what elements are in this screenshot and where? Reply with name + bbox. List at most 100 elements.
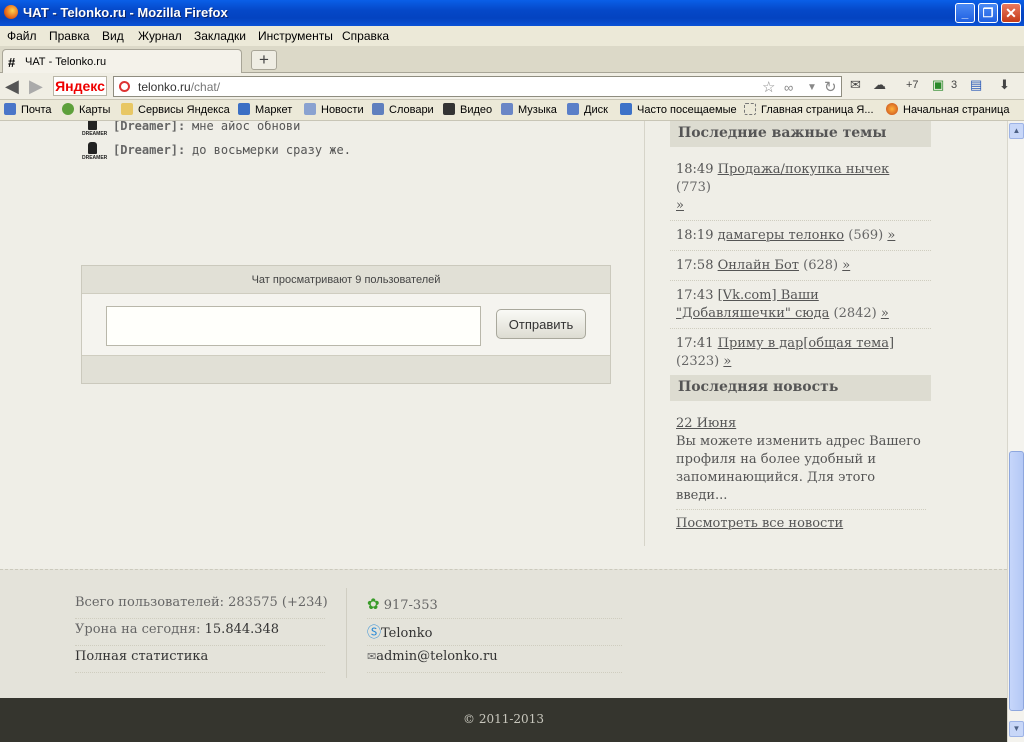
skype-name: Telonko [381, 626, 433, 641]
yandex-label: Яндекс [55, 78, 105, 94]
reader-glasses-icon[interactable]: ∞ [784, 80, 793, 95]
footer-divider [346, 588, 347, 678]
chat-message-input[interactable] [106, 306, 481, 346]
icq-row: ✿ 917-353 [367, 592, 622, 619]
reload-icon[interactable]: ↻ [824, 78, 837, 96]
forward-arrow-icon[interactable]: ▶ [29, 76, 43, 97]
damage-today-label: Урона на сегодня: [75, 622, 201, 637]
frequent-icon [620, 103, 632, 115]
mail-count: 3 [951, 79, 958, 91]
new-tab-button[interactable]: + [251, 50, 277, 70]
dictionary-icon [372, 103, 384, 115]
email-address[interactable]: admin@telonko.ru [376, 649, 497, 664]
page-scrollbar[interactable]: ▲ ▼ [1007, 121, 1024, 742]
maps-icon [62, 103, 74, 115]
topic-link[interactable]: дамагеры телонко [718, 228, 845, 243]
minimize-button[interactable]: _ [955, 3, 975, 23]
bookmark-mail[interactable]: Почта [4, 103, 52, 116]
topic-time: 17:43 [676, 288, 714, 303]
chat-input-panel: Чат просматривают 9 пользователей Отправ… [81, 265, 611, 384]
menu-file[interactable]: Файл [7, 29, 37, 43]
all-news-link[interactable]: Посмотреть все новости [676, 515, 926, 533]
icq-number: 917-353 [383, 598, 438, 613]
extension-icon[interactable]: ▤ [970, 77, 982, 93]
topic-more-link[interactable]: » [881, 306, 889, 321]
bookmark-video[interactable]: Видео [443, 103, 492, 116]
maximize-button[interactable]: ❐ [978, 3, 998, 23]
folder-icon [121, 103, 133, 115]
send-button[interactable]: Отправить [496, 309, 586, 339]
weather-value: +7 [906, 79, 919, 91]
weather-cloud-icon[interactable]: ☁ [873, 77, 886, 93]
topic-more-link[interactable]: » [887, 228, 895, 243]
menu-edit[interactable]: Правка [49, 29, 90, 43]
url-bar[interactable]: telonko.ru/chat/ ☆ ∞ ▼ ↻ [113, 76, 842, 97]
market-icon [238, 103, 250, 115]
window-titlebar: ЧАТ - Telonko.ru - Mozilla Firefox _ ❐ ✕ [0, 0, 1024, 26]
avatar-caption: DREAMER [82, 131, 108, 137]
dreamer-avatar: DREAMER [82, 121, 108, 139]
bookmark-start-page[interactable]: Начальная страница [886, 103, 1009, 116]
tab-bar: # ЧАТ - Telonko.ru + [0, 46, 1024, 73]
scroll-up-arrow-icon[interactable]: ▲ [1009, 123, 1024, 139]
yandex-button[interactable]: Яндекс [53, 76, 107, 96]
column-divider [644, 121, 645, 546]
menu-help[interactable]: Справка [342, 29, 389, 43]
menu-history[interactable]: Журнал [138, 29, 182, 43]
damage-today-value: 15.844.348 [204, 622, 280, 637]
scrollbar-thumb[interactable] [1009, 451, 1024, 711]
topic-more-link[interactable]: » [676, 198, 684, 213]
menu-bookmarks[interactable]: Закладки [194, 29, 246, 43]
full-stats-link[interactable]: Полная статистика [75, 646, 325, 673]
page-footer: Всего пользователей: 283575 (+234) Урона… [0, 569, 1007, 698]
bookmark-market[interactable]: Маркет [238, 103, 292, 116]
bookmark-label: Новости [321, 104, 364, 116]
avatar-caption: DREAMER [82, 155, 108, 161]
firefox-bookmark-icon [886, 103, 898, 115]
footer-stats: Всего пользователей: 283575 (+234) Урона… [75, 592, 328, 673]
chat-nick[interactable]: [Dreamer]: [113, 121, 185, 133]
topic-link[interactable]: Приму в дар[общая тема] [718, 336, 894, 351]
bookmark-maps[interactable]: Карты [62, 103, 110, 116]
topic-link[interactable]: Онлайн Бот [718, 258, 799, 273]
bookmark-disk[interactable]: Диск [567, 103, 608, 116]
chat-text: до восьмерки сразу же. [192, 143, 351, 157]
bookmark-label: Диск [584, 104, 608, 116]
menu-bar: Файл Правка Вид Журнал Закладки Инструме… [0, 26, 1024, 46]
chat-nick[interactable]: [Dreamer]: [113, 143, 185, 157]
dropdown-arrow-icon[interactable]: ▼ [807, 82, 817, 93]
bookmark-news[interactable]: Новости [304, 103, 364, 116]
download-arrow-icon[interactable]: ⬇ [999, 77, 1010, 93]
disk-icon [567, 103, 579, 115]
topic-link[interactable]: Продажа/покупка нычек [718, 162, 890, 177]
bookmarks-bar: Почта Карты Сервисы Яндекса Маркет Новос… [0, 100, 1024, 121]
close-button[interactable]: ✕ [1001, 3, 1021, 23]
news-date-link[interactable]: 22 Июня [676, 416, 736, 431]
bookmark-label: Почта [21, 104, 52, 116]
menu-tools[interactable]: Инструменты [258, 29, 333, 43]
bookmark-label: Маркет [255, 104, 293, 116]
copyright-bar: © 2011-2013 [0, 698, 1007, 742]
tab-chat[interactable]: # ЧАТ - Telonko.ru [2, 49, 242, 73]
site-identity-icon[interactable] [119, 81, 130, 92]
yandex-mail-icon[interactable]: ▣ [932, 77, 944, 93]
blank-page-icon [744, 103, 756, 115]
bookmark-label: Карты [79, 104, 111, 116]
url-text[interactable]: telonko.ru/chat/ [138, 80, 220, 94]
firefox-icon [4, 5, 18, 19]
back-arrow-icon[interactable]: ◀ [5, 76, 19, 97]
mail-icon[interactable]: ✉ [850, 77, 861, 93]
bookmark-dictionaries[interactable]: Словари [372, 103, 434, 116]
bookmark-frequent[interactable]: Часто посещаемые [620, 103, 737, 116]
star-bookmark-icon[interactable]: ☆ [762, 78, 775, 96]
menu-view[interactable]: Вид [102, 29, 124, 43]
topic-more-link[interactable]: » [842, 258, 850, 273]
topic-count: (773) [676, 180, 711, 195]
damage-today-row: Урона на сегодня: 15.844.348 [75, 619, 325, 646]
scroll-down-arrow-icon[interactable]: ▼ [1009, 721, 1024, 737]
bookmark-label: Видео [460, 104, 493, 116]
bookmark-yandex-home[interactable]: Главная страница Я... [744, 103, 874, 116]
topic-more-link[interactable]: » [723, 354, 731, 369]
bookmark-yandex-services[interactable]: Сервисы Яндекса [121, 103, 230, 116]
bookmark-music[interactable]: Музыка [501, 103, 557, 116]
